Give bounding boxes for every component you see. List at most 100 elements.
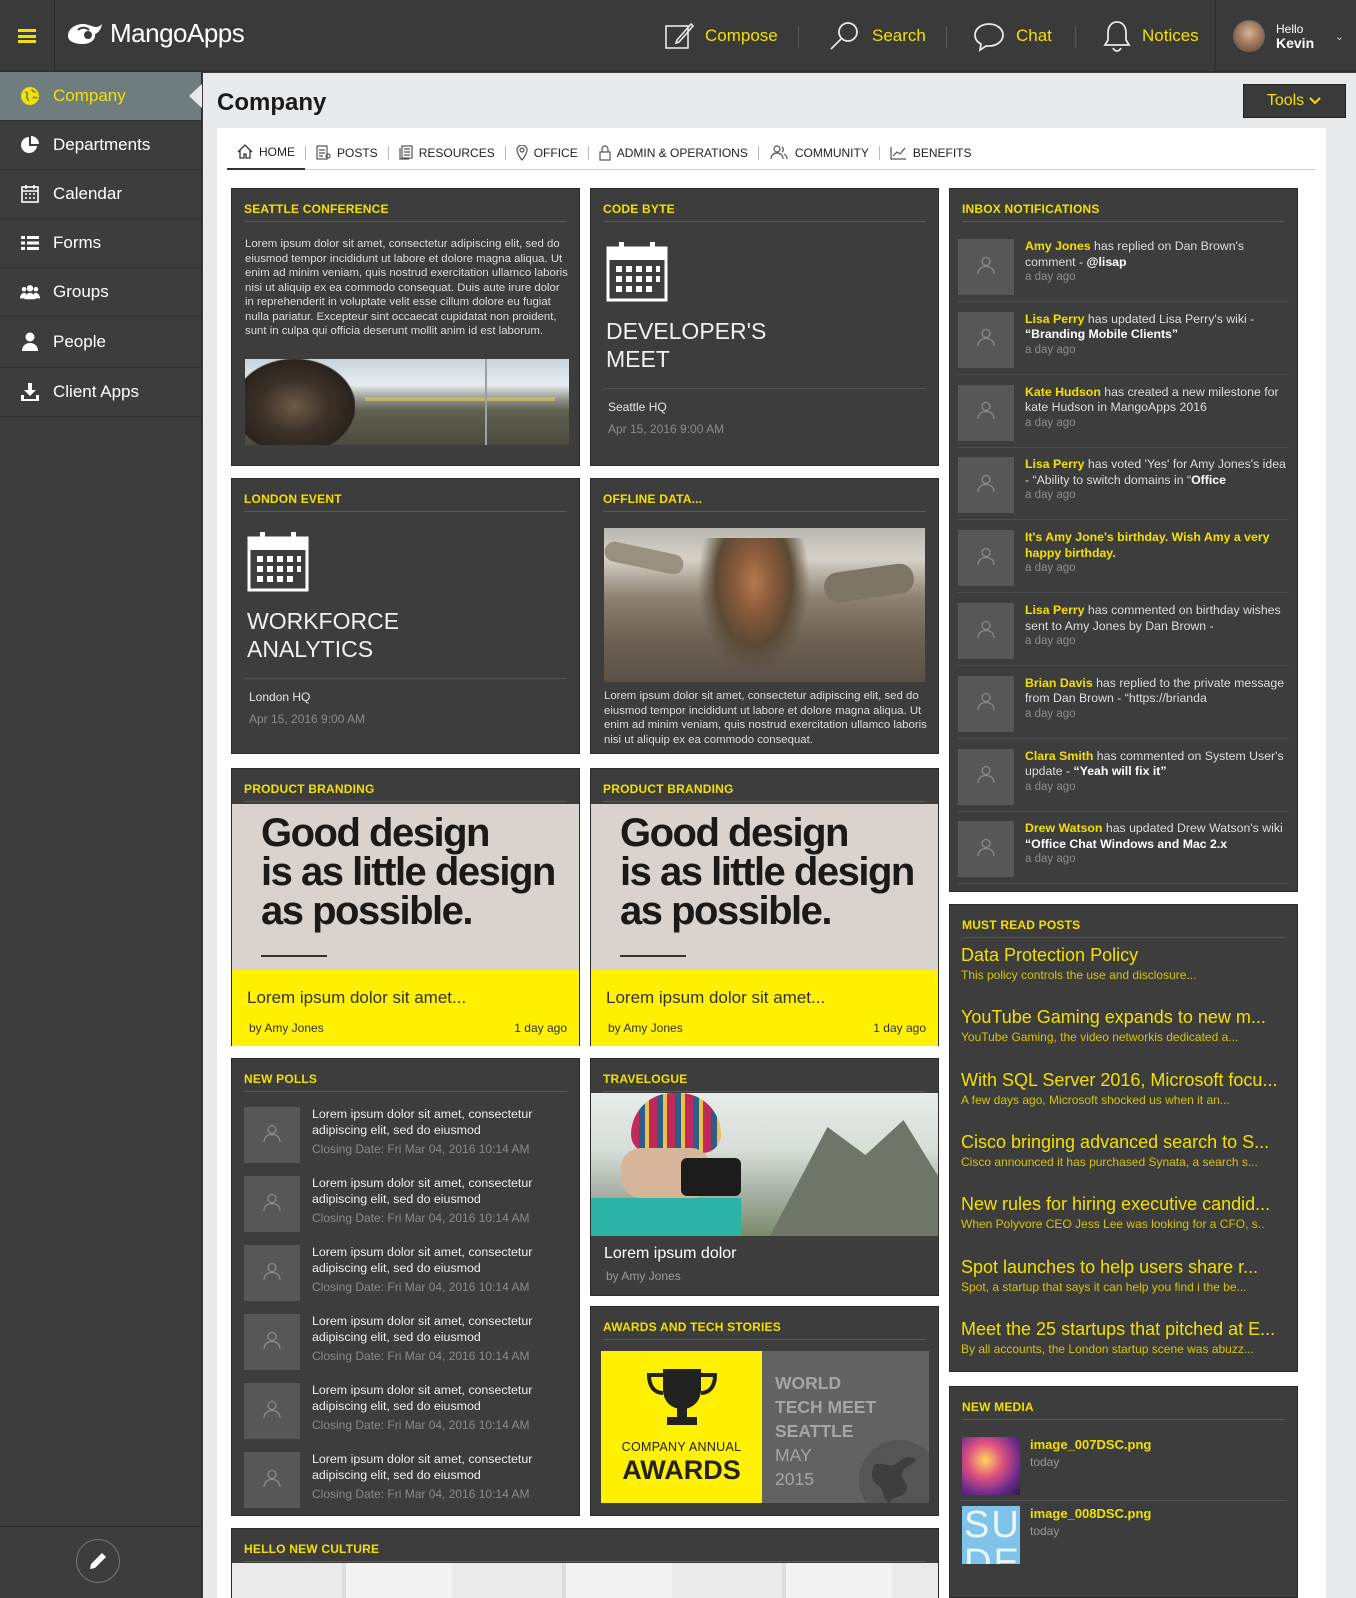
tools-button[interactable]: Tools: [1243, 84, 1346, 118]
poll-item[interactable]: Lorem ipsum dolor sit amet, consectetur a…: [244, 1452, 567, 1508]
user-menu[interactable]: Hello Kevin ⌄: [1215, 0, 1356, 72]
must-read-item[interactable]: Cisco bringing advanced search to S... Ci…: [961, 1132, 1287, 1169]
media-name[interactable]: image_007DSC.png: [1030, 1437, 1151, 1452]
tab-bar: HOME POSTS RESOURCES OFFICE ADMIN & OPER…: [227, 136, 1316, 170]
content-panel: HOME POSTS RESOURCES OFFICE ADMIN & OPER…: [217, 128, 1326, 1598]
london-event-card[interactable]: LONDON EVENT WORKFORCE ANALYTICS London …: [231, 478, 580, 754]
product-branding-card[interactable]: PRODUCT BRANDING Good design is as littl…: [590, 768, 939, 1046]
seattle-conference-card[interactable]: SEATTLE CONFERENCE Lorem ipsum dolor sit…: [231, 188, 580, 466]
post-title[interactable]: Data Protection Policy: [961, 945, 1287, 966]
notification-item[interactable]: Lisa Perry has commented on birthday wis…: [958, 603, 1289, 666]
sidebar-item-departments[interactable]: Departments: [0, 121, 201, 170]
tab-community[interactable]: COMMUNITY: [759, 136, 879, 170]
must-read-item[interactable]: With SQL Server 2016, Microsoft focu... A…: [961, 1070, 1287, 1107]
notification-item[interactable]: Drew Watson has updated Drew Watson's wi…: [958, 821, 1289, 885]
post-title[interactable]: With SQL Server 2016, Microsoft focu...: [961, 1070, 1287, 1091]
edit-button[interactable]: [76, 1539, 120, 1583]
poll-text: Lorem ipsum dolor sit amet, consectetur a…: [312, 1245, 532, 1301]
notification-item[interactable]: Kate Hudson has created a new milestone …: [958, 384, 1289, 448]
sidebar-item-calendar[interactable]: Calendar: [0, 170, 201, 219]
media-name[interactable]: image_008DSC.png: [1030, 1506, 1151, 1521]
notification-item[interactable]: Brian Davis has replied to the private m…: [958, 675, 1289, 739]
hello-new-culture-card[interactable]: HELLO NEW CULTURE: [231, 1528, 939, 1598]
compose-label: Compose: [705, 26, 778, 45]
search-button[interactable]: Search: [828, 0, 926, 72]
must-read-item[interactable]: Data Protection Policy This policy contro…: [961, 945, 1287, 982]
app-name: MangoApps: [110, 18, 245, 48]
tab-resources[interactable]: RESOURCES: [389, 136, 505, 170]
sidebar-item-company[interactable]: Company: [0, 72, 202, 121]
new-media-card: NEW MEDIA image_007DSC.png today SU DE im…: [949, 1386, 1298, 1598]
travel-title[interactable]: Lorem ipsum dolor: [604, 1245, 737, 1263]
compose-button[interactable]: Compose: [663, 0, 778, 72]
sidebar-item-forms[interactable]: Forms: [0, 219, 201, 268]
hamburger-menu-icon[interactable]: [0, 0, 55, 72]
notification-actor[interactable]: Kate Hudson: [1025, 385, 1101, 399]
travelogue-card[interactable]: TRAVELOGUE Lorem ipsum dolor by Amy Jone…: [590, 1058, 939, 1296]
post-title[interactable]: Lorem ipsum dolor sit amet...: [247, 988, 579, 1008]
tab-benefits[interactable]: BENEFITS: [880, 136, 982, 170]
must-read-item[interactable]: YouTube Gaming expands to new m... YouTub…: [961, 1007, 1287, 1044]
person-icon: [976, 400, 996, 425]
sidebar-item-client-apps[interactable]: Client Apps: [0, 368, 201, 417]
notification-message: has updated Lisa Perry's wiki -: [1084, 311, 1255, 326]
poll-item[interactable]: Lorem ipsum dolor sit amet, consectetur a…: [244, 1176, 567, 1232]
awards-card[interactable]: AWARDS AND TECH STORIES COMPANY ANNUAL A…: [590, 1306, 939, 1516]
notification-actor[interactable]: It's Amy Jone's birthday. Wish Amy a ver…: [1025, 530, 1269, 560]
notification-avatar: [958, 530, 1014, 587]
poll-text: Lorem ipsum dolor sit amet, consectetur a…: [312, 1383, 532, 1439]
media-thumbnail[interactable]: SU DE: [962, 1506, 1020, 1564]
media-thumbnail[interactable]: [962, 1437, 1020, 1495]
notification-actor[interactable]: Lisa Perry: [1025, 603, 1084, 617]
must-read-item[interactable]: Meet the 25 startups that pitched at E..…: [961, 1319, 1287, 1356]
notification-item[interactable]: Lisa Perry has updated Lisa Perry's wiki…: [958, 311, 1289, 375]
notification-actor[interactable]: Brian Davis: [1025, 676, 1093, 690]
user-greeting: Hello Kevin: [1276, 22, 1314, 50]
notification-item[interactable]: Lisa Perry has voted 'Yes' for Amy Jones…: [958, 457, 1289, 521]
post-title[interactable]: Meet the 25 startups that pitched at E..…: [961, 1319, 1287, 1340]
notification-time: a day ago: [1025, 343, 1076, 356]
notification-item[interactable]: Clara Smith has commented on System User…: [958, 748, 1289, 812]
conference-image: [245, 359, 569, 445]
must-read-posts-card: MUST READ POSTS Data Protection Policy Th…: [949, 904, 1298, 1372]
code-byte-card[interactable]: CODE BYTE DEVELOPER'S MEET Seattle HQ Ap…: [590, 188, 939, 466]
resources-icon: [399, 145, 413, 160]
notification-text: Amy Jones has replied on Dan Brown's com…: [1025, 239, 1289, 295]
branding-image: Good design is as little design as possi…: [591, 804, 938, 970]
post-title[interactable]: YouTube Gaming expands to new m...: [961, 1007, 1287, 1028]
offline-data-card[interactable]: OFFLINE DATA... Lorem ipsum dolor sit am…: [590, 478, 939, 754]
poll-item[interactable]: Lorem ipsum dolor sit amet, consectetur a…: [244, 1245, 567, 1301]
pencil-icon: [90, 1553, 106, 1569]
must-read-item[interactable]: New rules for hiring executive candid...…: [961, 1194, 1287, 1231]
media-time: today: [1030, 1455, 1060, 1469]
trophy-icon: [646, 1369, 717, 1425]
product-branding-card[interactable]: PRODUCT BRANDING Good design is as littl…: [231, 768, 580, 1046]
sidebar-item-people[interactable]: People: [0, 317, 201, 368]
post-title[interactable]: Lorem ipsum dolor sit amet...: [606, 988, 938, 1008]
poll-item[interactable]: Lorem ipsum dolor sit amet, consectetur a…: [244, 1383, 567, 1439]
tab-admin-operations[interactable]: ADMIN & OPERATIONS: [589, 136, 758, 170]
notices-button[interactable]: Notices: [1102, 0, 1199, 72]
poll-item[interactable]: Lorem ipsum dolor sit amet, consectetur a…: [244, 1314, 567, 1370]
notification-actor[interactable]: Drew Watson: [1025, 821, 1102, 835]
travel-author: by Amy Jones: [606, 1269, 681, 1283]
sidebar-item-groups[interactable]: Groups: [0, 268, 201, 317]
tab-office[interactable]: OFFICE: [506, 136, 588, 170]
poll-question-line: Lorem ipsum dolor sit amet, consectetur: [312, 1176, 533, 1190]
tab-posts[interactable]: POSTS: [306, 136, 388, 170]
must-read-item[interactable]: Spot launches to help users share r... Sp…: [961, 1257, 1287, 1294]
notification-subject: “Office Chat Windows and Mac 2.x: [1025, 836, 1228, 851]
notification-actor[interactable]: Clara Smith: [1025, 749, 1093, 763]
notification-actor[interactable]: Lisa Perry: [1025, 457, 1084, 471]
poll-item[interactable]: Lorem ipsum dolor sit amet, consectetur a…: [244, 1107, 567, 1163]
notification-actor[interactable]: Lisa Perry: [1025, 312, 1084, 326]
post-title[interactable]: Spot launches to help users share r...: [961, 1257, 1287, 1278]
tab-home[interactable]: HOME: [227, 136, 305, 170]
logo[interactable]: MangoApps: [64, 18, 245, 49]
notification-item[interactable]: It's Amy Jone's birthday. Wish Amy a ver…: [958, 530, 1289, 594]
notification-item[interactable]: Amy Jones has replied on Dan Brown's com…: [958, 239, 1289, 302]
post-title[interactable]: Cisco bringing advanced search to S...: [961, 1132, 1287, 1153]
notification-actor[interactable]: Amy Jones: [1025, 239, 1091, 253]
chat-button[interactable]: Chat: [972, 0, 1052, 72]
post-title[interactable]: New rules for hiring executive candid...: [961, 1194, 1287, 1215]
